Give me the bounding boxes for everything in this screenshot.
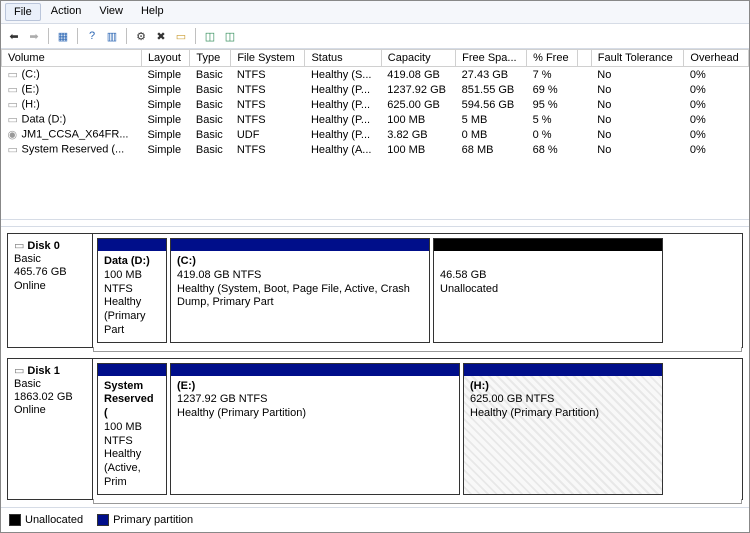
partition-body: (C:)419.08 GB NTFSHealthy (System, Boot,… <box>171 251 429 342</box>
disk-management-window: File Action View Help ⬅ ➡ ▦ ? ▥ ⚙ ✖ ▭ ◫ … <box>0 0 750 533</box>
unallocated-space[interactable]: 46.58 GBUnallocated <box>433 238 663 343</box>
volume-row[interactable]: ◉JM1_CCSA_X64FR...SimpleBasicUDFHealthy … <box>2 127 749 142</box>
column-header[interactable]: Type <box>190 50 231 67</box>
volume-row[interactable]: ▭(E:)SimpleBasicNTFSHealthy (P...1237.92… <box>2 82 749 97</box>
bottom-view-icon[interactable]: ◫ <box>221 27 239 45</box>
menu-bar: File Action View Help <box>1 1 749 24</box>
legend-unallocated: Unallocated <box>9 514 83 526</box>
partition[interactable]: Data (D:)100 MB NTFSHealthy (Primary Par… <box>97 238 167 343</box>
top-view-icon[interactable]: ◫ <box>201 27 219 45</box>
disk-row: ▭Disk 1Basic1863.02 GBOnlineSystem Reser… <box>7 358 743 500</box>
column-header[interactable]: Capacity <box>381 50 455 67</box>
column-header[interactable]: % Free <box>527 50 578 67</box>
disc-icon: ◉ <box>8 128 20 141</box>
disk-info[interactable]: ▭Disk 1Basic1863.02 GBOnline <box>8 359 93 499</box>
menu-action[interactable]: Action <box>43 3 90 21</box>
partition[interactable]: System Reserved (100 MB NTFSHealthy (Act… <box>97 363 167 495</box>
partition-color-bar <box>171 364 459 376</box>
volume-row[interactable]: ▭(C:)SimpleBasicNTFSHealthy (S...419.08 … <box>2 67 749 83</box>
partition-body: (E:)1237.92 GB NTFSHealthy (Primary Part… <box>171 376 459 494</box>
help-icon[interactable]: ? <box>83 27 101 45</box>
partition-body: System Reserved (100 MB NTFSHealthy (Act… <box>98 376 166 494</box>
disk-row: ▭Disk 0Basic465.76 GBOnlineData (D:)100 … <box>7 233 743 348</box>
column-header[interactable]: Volume <box>2 50 142 67</box>
volume-row[interactable]: ▭System Reserved (...SimpleBasicNTFSHeal… <box>2 142 749 157</box>
show-hide-tree-icon[interactable]: ▦ <box>54 27 72 45</box>
properties-icon[interactable]: ▭ <box>172 27 190 45</box>
settings-icon[interactable]: ⚙ <box>132 27 150 45</box>
drive-icon: ▭ <box>8 98 20 111</box>
volume-row[interactable]: ▭(H:)SimpleBasicNTFSHealthy (P...625.00 … <box>2 97 749 112</box>
column-header[interactable]: Fault Tolerance <box>591 50 684 67</box>
partition[interactable]: (H:)625.00 GB NTFSHealthy (Primary Parti… <box>463 363 663 495</box>
partition-body: (H:)625.00 GB NTFSHealthy (Primary Parti… <box>464 376 662 494</box>
drive-icon: ▭ <box>8 68 20 81</box>
partition-body: 46.58 GBUnallocated <box>434 251 662 342</box>
partition-color-bar <box>464 364 662 376</box>
toolbar-separator <box>195 28 196 44</box>
partition-color-bar <box>98 364 166 376</box>
volume-list-pane: VolumeLayoutTypeFile SystemStatusCapacit… <box>1 49 749 219</box>
toolbar-separator <box>126 28 127 44</box>
hdd-icon: ▭ <box>14 365 24 377</box>
partition[interactable]: (E:)1237.92 GB NTFSHealthy (Primary Part… <box>170 363 460 495</box>
column-header[interactable] <box>578 50 592 67</box>
column-header-row: VolumeLayoutTypeFile SystemStatusCapacit… <box>2 50 749 67</box>
partition-color-bar <box>98 239 166 251</box>
splitter[interactable] <box>1 219 749 227</box>
column-header[interactable]: Free Spa... <box>456 50 527 67</box>
hdd-icon: ▭ <box>14 240 24 252</box>
partition-container: Data (D:)100 MB NTFSHealthy (Primary Par… <box>93 234 742 347</box>
column-header[interactable]: Layout <box>141 50 189 67</box>
partition-color-bar <box>434 239 662 251</box>
partition[interactable]: (C:)419.08 GB NTFSHealthy (System, Boot,… <box>170 238 430 343</box>
volume-row[interactable]: ▭Data (D:)SimpleBasicNTFSHealthy (P...10… <box>2 112 749 127</box>
drive-icon: ▭ <box>8 143 20 156</box>
toolbar: ⬅ ➡ ▦ ? ▥ ⚙ ✖ ▭ ◫ ◫ <box>1 24 749 49</box>
graphical-view-pane: ▭Disk 0Basic465.76 GBOnlineData (D:)100 … <box>1 227 749 507</box>
delete-icon[interactable]: ✖ <box>152 27 170 45</box>
disk-info[interactable]: ▭Disk 0Basic465.76 GBOnline <box>8 234 93 347</box>
legend-primary: Primary partition <box>97 514 193 526</box>
menu-file[interactable]: File <box>5 3 41 21</box>
column-header[interactable]: File System <box>231 50 305 67</box>
partition-container: System Reserved (100 MB NTFSHealthy (Act… <box>93 359 742 499</box>
toolbar-separator <box>77 28 78 44</box>
drive-icon: ▭ <box>8 113 20 126</box>
column-header[interactable]: Overhead <box>684 50 749 67</box>
toolbar-separator <box>48 28 49 44</box>
volume-table: VolumeLayoutTypeFile SystemStatusCapacit… <box>1 49 749 157</box>
column-header[interactable]: Status <box>305 50 381 67</box>
drive-icon: ▭ <box>8 83 20 96</box>
partition-body: Data (D:)100 MB NTFSHealthy (Primary Par… <box>98 251 166 342</box>
back-icon[interactable]: ⬅ <box>5 27 23 45</box>
legend: Unallocated Primary partition <box>1 507 749 532</box>
partition-color-bar <box>171 239 429 251</box>
forward-icon[interactable]: ➡ <box>25 27 43 45</box>
menu-view[interactable]: View <box>91 3 131 21</box>
refresh-icon[interactable]: ▥ <box>103 27 121 45</box>
menu-help[interactable]: Help <box>133 3 172 21</box>
